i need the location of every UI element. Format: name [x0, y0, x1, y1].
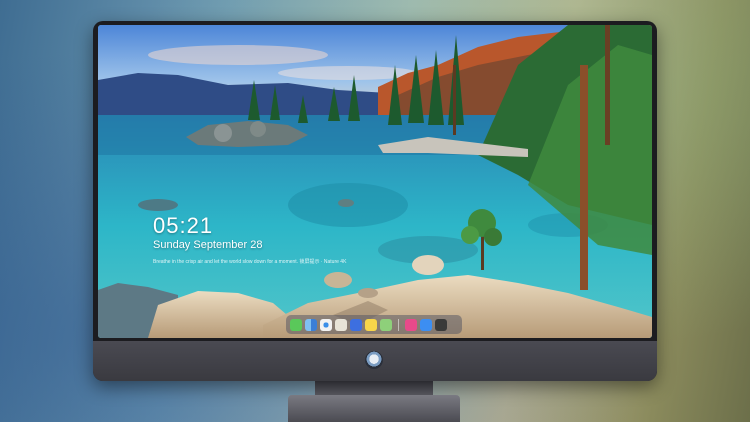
dock — [286, 315, 462, 334]
dock-separator — [398, 318, 399, 331]
mail-icon[interactable] — [350, 318, 362, 331]
monitor-logo-icon — [365, 351, 383, 369]
lock-time: 05:21 — [153, 213, 214, 238]
safari-icon[interactable] — [320, 318, 332, 331]
lock-tip-text: Breathe in the crisp air and let the wor… — [153, 259, 347, 265]
messages-icon[interactable] — [290, 318, 302, 331]
monitor-stand-base — [288, 395, 460, 422]
photos-icon[interactable] — [335, 318, 347, 331]
finder-icon[interactable] — [305, 318, 317, 331]
wallpaper — [98, 25, 652, 338]
music-icon[interactable] — [405, 318, 417, 331]
appstore-icon[interactable] — [420, 318, 432, 331]
monitor-stand-neck — [315, 381, 433, 395]
lock-date: Sunday September 28 — [153, 239, 263, 251]
camera-icon[interactable] — [435, 318, 447, 331]
notes-icon[interactable] — [365, 318, 377, 331]
maps-icon[interactable] — [380, 318, 392, 331]
screen: 05:21 Sunday September 28 Breathe in the… — [98, 25, 652, 338]
monitor: 05:21 Sunday September 28 Breathe in the… — [93, 21, 657, 381]
